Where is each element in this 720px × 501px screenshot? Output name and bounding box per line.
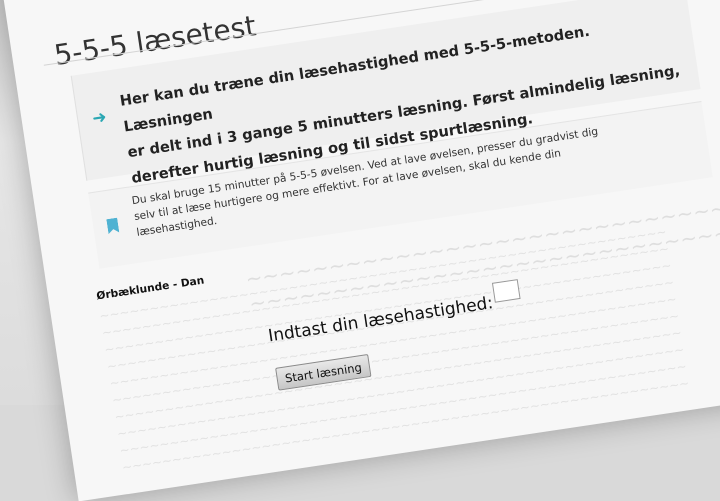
arrow-right-icon: ➜: [90, 107, 108, 130]
reading-speed-input[interactable]: [491, 279, 521, 303]
bookmark-icon: [106, 218, 119, 234]
reading-test-page: 5-5-5 læsetest ➜ Her kan du træne din læ…: [0, 0, 720, 501]
